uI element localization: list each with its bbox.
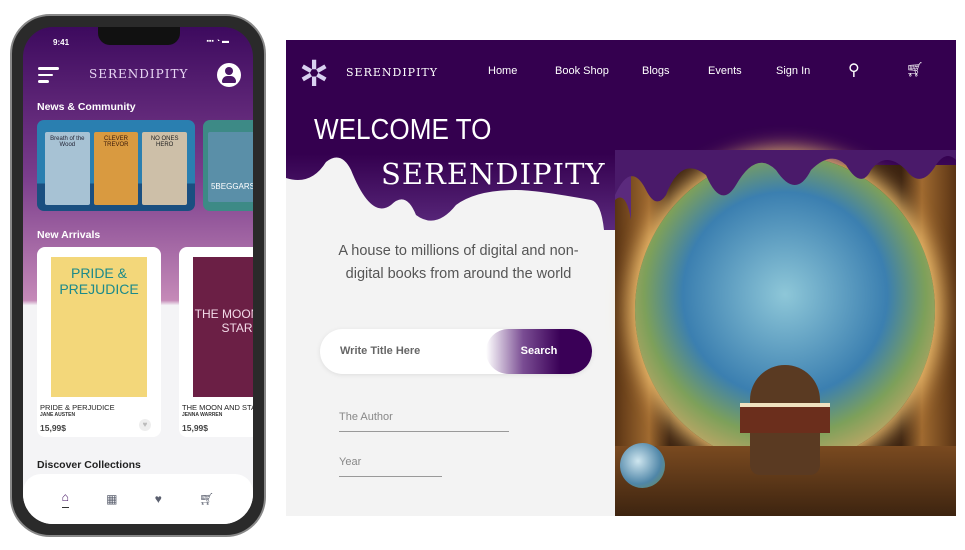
book-cover: THE MOON AND STARS <box>193 257 253 397</box>
nav-events[interactable]: Events <box>708 65 742 77</box>
open-book <box>740 403 830 433</box>
notch <box>98 27 180 45</box>
nav-home[interactable]: Home <box>488 65 517 77</box>
author-field[interactable]: The Author <box>339 411 509 432</box>
book-cover: CLEVER TREVOR <box>93 132 139 205</box>
news-heading: News & Community <box>37 101 136 113</box>
phone-mockup: 9:41 ▪▪▪ ◔ ▬ SERENDIPITY News & Communit… <box>10 14 266 537</box>
book-price: 15,99$ <box>182 423 208 433</box>
book-title: PRIDE & PERJUDICE <box>40 403 115 412</box>
small-globe <box>620 443 665 488</box>
book-title: THE MOON AND STARS <box>182 403 253 412</box>
app-title: SERENDIPITY <box>89 67 189 81</box>
news-carousel-item[interactable]: Breath of the Wood CLEVER TREVOR NO ONES… <box>37 120 195 211</box>
heart-icon[interactable]: ♥ <box>155 492 162 506</box>
book-cover: 5BEGGARS <box>208 132 253 202</box>
book-card[interactable]: THE MOON AND STARS THE MOON AND STARS JE… <box>179 247 253 437</box>
search-button[interactable]: Search <box>486 329 592 374</box>
hero-brand: SERENDIPITY <box>381 157 606 191</box>
book-author: JANE AUSTEN <box>40 412 76 418</box>
book-author: JENNA WARREN <box>182 412 223 418</box>
status-icons: ▪▪▪ ◔ ▬ <box>206 38 229 45</box>
arrivals-heading: New Arrivals <box>37 229 101 241</box>
nav-blogs[interactable]: Blogs <box>642 65 670 77</box>
phone-screen: 9:41 ▪▪▪ ◔ ▬ SERENDIPITY News & Communit… <box>23 27 253 524</box>
welcome-heading: WELCOME TO <box>314 114 492 146</box>
book-price: 15,99$ <box>40 423 66 433</box>
book-card[interactable]: PRIDE & PREJUDICE PRIDE & PERJUDICE JANE… <box>37 247 161 437</box>
book-cover: Breath of the Wood <box>45 132 90 205</box>
nav-sign-in[interactable]: Sign In <box>776 65 810 77</box>
cart-icon[interactable]: 🛒︎ <box>906 61 924 78</box>
news-carousel-item[interactable]: 5BEGGARS <box>203 120 253 211</box>
search-bar: Write Title Here Search <box>320 329 592 374</box>
favorite-heart-icon[interactable]: ♥ <box>139 419 151 431</box>
search-icon[interactable]: ⚲ <box>848 60 860 80</box>
logo-icon: ✲ <box>299 53 330 94</box>
brand-name: SERENDIPITY <box>346 66 439 79</box>
status-time: 9:41 <box>53 38 70 47</box>
bottom-tab-bar: ⌂ ▦ ♥ 🛒︎ <box>23 474 253 524</box>
nav-book-shop[interactable]: Book Shop <box>555 65 609 77</box>
search-input[interactable]: Write Title Here <box>340 345 420 357</box>
book-cover: NO ONES HERO <box>142 132 188 205</box>
grid-icon[interactable]: ▦ <box>106 492 117 506</box>
home-icon[interactable]: ⌂ <box>61 490 69 508</box>
collections-heading: Discover Collections <box>37 459 141 471</box>
book-cover: PRIDE & PREJUDICE <box>51 257 147 397</box>
year-field[interactable]: Year <box>339 456 442 477</box>
website-mockup: ✲ SERENDIPITY Home Book Shop Blogs Event… <box>286 40 956 516</box>
profile-icon[interactable] <box>217 63 241 87</box>
tagline: A house to millions of digital and non-d… <box>338 243 579 282</box>
menu-icon[interactable] <box>38 67 59 87</box>
cart-icon[interactable]: 🛒︎ <box>199 492 214 506</box>
